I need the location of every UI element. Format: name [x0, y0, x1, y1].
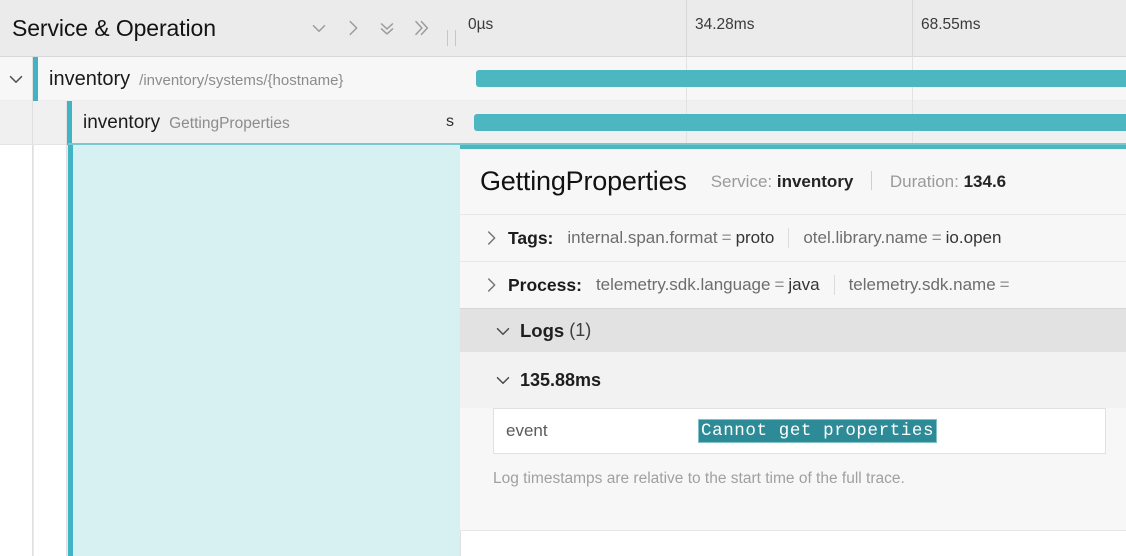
process-key: telemetry.sdk.language	[595, 275, 771, 294]
tags-label: Tags:	[508, 227, 554, 248]
span-name-cell[interactable]: inventory /inventory/systems/{hostname}	[0, 57, 460, 101]
span-color-accent	[68, 145, 73, 556]
trace-timeline-view: Service & Operation 0µs 34.28ms 68.55ms …	[0, 0, 1126, 556]
span-detail-header: GettingProperties Service: inventory Dur…	[460, 149, 1126, 214]
process-item[interactable]: telemetry.sdk.name =	[849, 275, 1014, 295]
tag-item[interactable]: otel.library.name = io.open	[803, 228, 1001, 248]
chevron-down-icon[interactable]	[492, 320, 514, 342]
process-label: Process:	[508, 274, 582, 295]
process-row[interactable]: Process: telemetry.sdk.language = java tel…	[460, 261, 1126, 308]
timeline-scale-header: 0µs 34.28ms 68.55ms	[460, 0, 1126, 56]
span-service-name: inventory	[49, 67, 131, 90]
kv-divider	[833, 275, 835, 295]
detail-panel-footer	[460, 530, 1126, 556]
service-label: Service:	[710, 172, 773, 191]
log-field-key: event	[506, 421, 548, 440]
chevron-right-icon[interactable]	[342, 17, 364, 39]
timeline-header: Service & Operation 0µs 34.28ms 68.55ms	[0, 0, 1126, 57]
log-field-value-cell[interactable]: Cannot get properties	[699, 420, 937, 442]
double-chevron-right-icon[interactable]	[410, 17, 432, 39]
timeline-tick: 68.55ms	[912, 0, 1126, 56]
span-name-cell[interactable]: inventory GettingProperties s	[0, 101, 460, 145]
span-operation-name: /inventory/systems/{hostname}	[139, 71, 344, 89]
duration-label: Duration:	[889, 172, 959, 191]
span-bar-track[interactable]	[460, 101, 1126, 145]
log-entry-header[interactable]: 135.88ms	[460, 352, 1126, 408]
selected-span-backdrop	[0, 145, 460, 556]
column-resize-handle[interactable]	[447, 30, 456, 46]
table-row[interactable]: inventory /inventory/systems/{hostname}	[0, 57, 1126, 101]
kv-divider	[788, 228, 790, 248]
header-icon-group	[308, 17, 460, 39]
tag-item[interactable]: internal.span.format = proto	[567, 228, 774, 248]
meta-divider	[871, 171, 873, 190]
span-expand-toggle[interactable]	[0, 101, 33, 145]
double-chevron-down-icon[interactable]	[376, 17, 398, 39]
span-expand-toggle[interactable]	[0, 57, 33, 101]
log-fields-table: event Cannot get properties	[493, 408, 1106, 454]
tag-value: io.open	[945, 228, 1002, 247]
timeline-header-left: Service & Operation	[0, 0, 460, 56]
service-value: inventory	[776, 172, 854, 191]
logs-count: (1)	[569, 320, 592, 340]
process-value: java	[788, 275, 820, 294]
chevron-right-icon[interactable]	[480, 227, 502, 249]
log-timestamp: 135.88ms	[520, 369, 602, 390]
timeline-tick: 34.28ms	[686, 0, 912, 56]
indent-gutter	[34, 145, 67, 556]
span-detail-meta: Service: inventory Duration: 134.6	[711, 171, 1006, 192]
table-row[interactable]: inventory GettingProperties s	[0, 101, 1126, 145]
timeline-tick: 0µs	[468, 16, 494, 33]
indent-gutter	[0, 145, 33, 556]
span-indent-guide	[33, 101, 67, 145]
tag-value: proto	[735, 228, 775, 247]
tag-key: internal.span.format	[567, 228, 718, 247]
tags-row[interactable]: Tags: internal.span.format = proto otel.li…	[460, 214, 1126, 261]
span-detail-title: GettingProperties	[480, 166, 687, 196]
span-duration-bar[interactable]	[474, 114, 1126, 131]
span-service-name: inventory	[83, 112, 161, 133]
process-key: telemetry.sdk.name	[848, 275, 996, 294]
logs-section-header[interactable]: Logs (1)	[460, 308, 1126, 352]
chevron-down-icon[interactable]	[492, 369, 514, 391]
page-title: Service & Operation	[12, 14, 216, 41]
span-duration-bar[interactable]	[476, 70, 1126, 87]
process-item[interactable]: telemetry.sdk.language = java	[596, 275, 820, 295]
logs-title: Logs	[520, 319, 565, 341]
log-timestamps-note: Log timestamps are relative to the start…	[493, 470, 905, 487]
chevron-right-icon[interactable]	[480, 274, 502, 296]
span-bar-track[interactable]	[460, 57, 1126, 101]
chevron-down-icon[interactable]	[308, 17, 330, 39]
duration-value: 134.6	[963, 172, 1007, 191]
log-field-value[interactable]: Cannot get properties	[699, 420, 937, 442]
tag-key: otel.library.name	[803, 228, 928, 247]
span-operation-name: GettingProperties	[169, 115, 290, 132]
span-rows: inventory /inventory/systems/{hostname} …	[0, 57, 1126, 145]
span-duration-label: s	[446, 113, 454, 130]
span-detail-panel: GettingProperties Service: inventory Dur…	[460, 149, 1126, 530]
